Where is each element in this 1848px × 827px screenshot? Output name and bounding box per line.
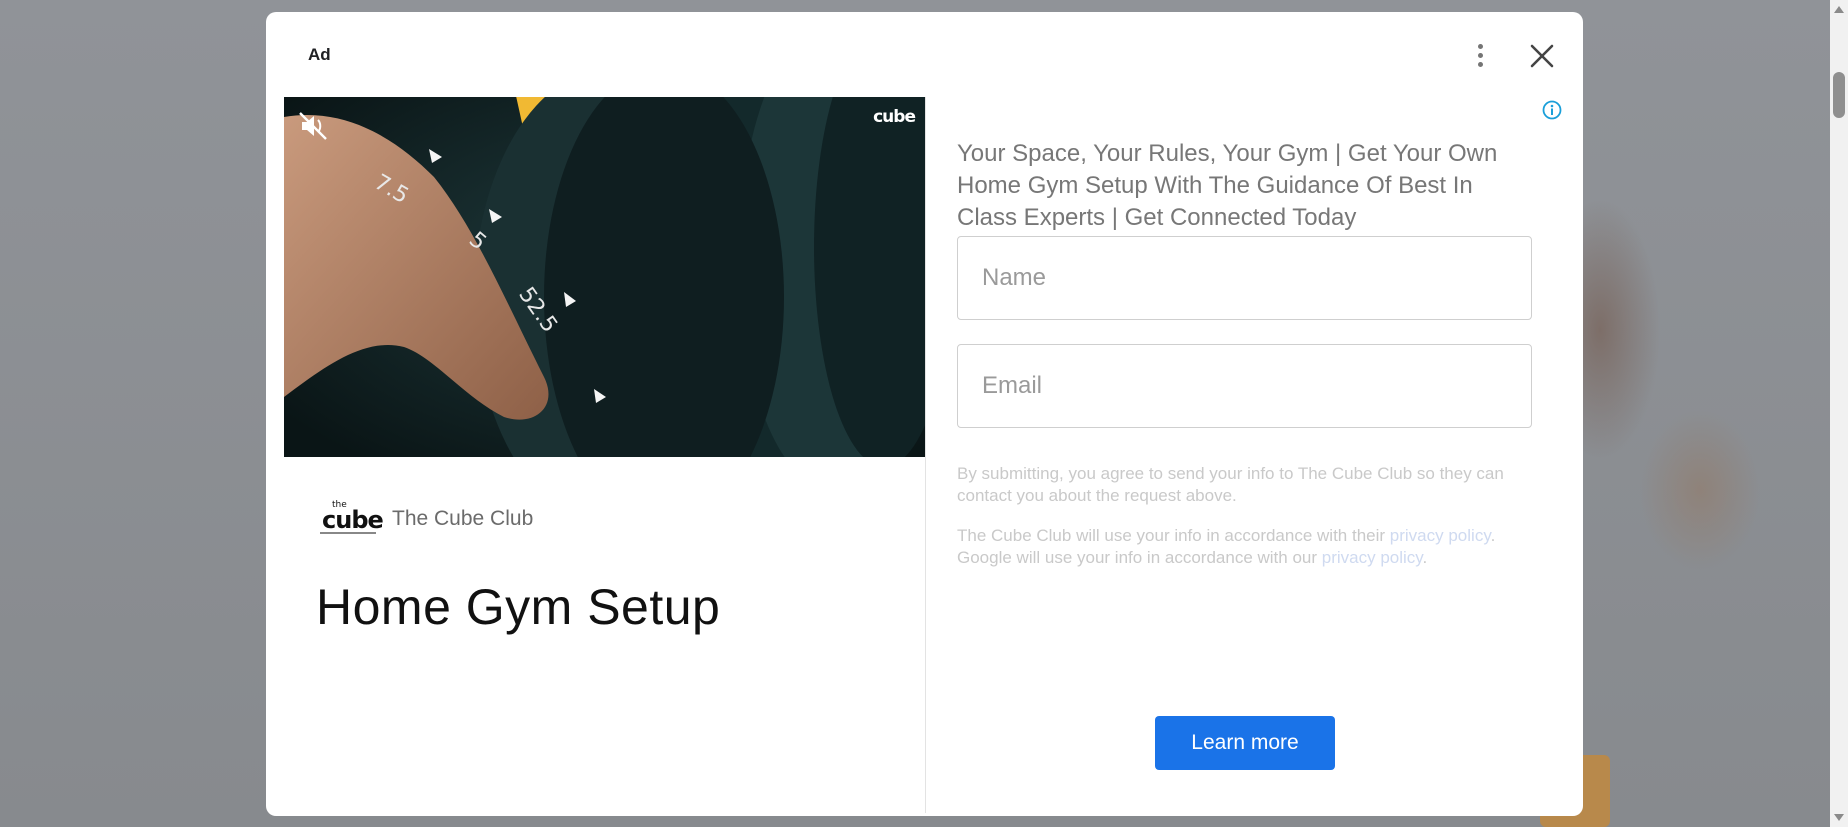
ad-description: Your Space, Your Rules, Your Gym | Get Y… — [957, 140, 1498, 231]
ad-label: Ad — [308, 45, 331, 64]
advertiser-logo: the cube — [320, 500, 384, 538]
privacy-text-part3: . — [1422, 548, 1428, 567]
advertiser-row[interactable]: the cube The Cube Club — [320, 500, 533, 538]
close-icon — [1530, 44, 1554, 68]
learn-more-button[interactable]: Learn more — [1155, 716, 1335, 770]
ad-modal: Ad 7.5 5 52.5 cube the cube The Cube Clu… — [266, 12, 1583, 816]
google-privacy-link[interactable]: privacy policy — [1322, 548, 1423, 567]
logo-underline — [320, 532, 376, 534]
consent-text: By submitting, you agree to send your in… — [957, 464, 1504, 505]
column-divider — [925, 97, 926, 813]
logo-main-text: cube — [322, 506, 384, 534]
ad-headline: Home Gym Setup — [316, 579, 721, 635]
privacy-text-part1: The Cube Club will use your info in acco… — [957, 526, 1390, 545]
scroll-thumb[interactable] — [1833, 72, 1845, 118]
more-vertical-icon — [1477, 43, 1483, 49]
more-dot — [1477, 61, 1483, 67]
more-dot — [1477, 52, 1483, 58]
name-input[interactable] — [957, 236, 1532, 320]
privacy-notice: The Cube Club will use your info in acco… — [957, 525, 1537, 569]
mute-button[interactable] — [296, 109, 330, 143]
ad-info-button[interactable] — [1541, 99, 1563, 121]
video-logo: cube — [873, 107, 916, 127]
page-scrollbar[interactable] — [1830, 0, 1848, 827]
close-button[interactable] — [1526, 40, 1558, 72]
advertiser-privacy-link[interactable]: privacy policy — [1390, 526, 1491, 545]
ad-video[interactable]: 7.5 5 52.5 cube — [284, 97, 925, 457]
scroll-down-arrow-icon[interactable] — [1834, 814, 1844, 821]
info-icon — [1542, 100, 1562, 120]
advertiser-name: The Cube Club — [392, 507, 534, 530]
video-frame: 7.5 5 52.5 — [284, 97, 925, 457]
email-input[interactable] — [957, 344, 1532, 428]
volume-muted-icon — [299, 112, 327, 140]
scroll-up-arrow-icon[interactable] — [1834, 6, 1844, 13]
more-options-button[interactable] — [1468, 38, 1492, 72]
